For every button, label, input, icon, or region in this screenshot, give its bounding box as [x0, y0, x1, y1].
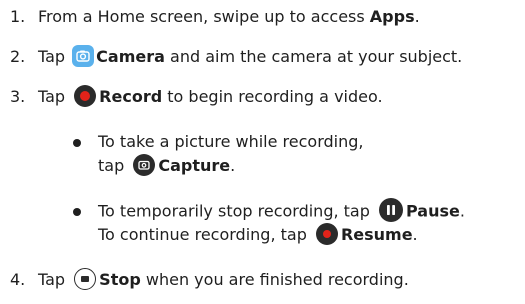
bullet-dot	[73, 139, 81, 147]
step-number: 1.	[10, 7, 26, 26]
apps-label: Apps	[369, 7, 415, 26]
resume-icon	[315, 222, 338, 245]
bullet-dot	[73, 208, 81, 216]
stop-label: Stop	[99, 270, 141, 289]
pause-label: Pause	[405, 201, 460, 221]
record-label: Record	[99, 87, 163, 106]
camera-app-icon	[72, 44, 95, 67]
step-text: Tap	[38, 47, 71, 66]
step-text: From a Home screen, swipe up to access	[38, 7, 370, 26]
capture-label: Capture	[158, 156, 231, 175]
pause-icon	[378, 198, 403, 222]
step-text: Tap	[38, 270, 71, 289]
step-number: 2.	[10, 47, 26, 66]
camera-label: Camera	[96, 47, 165, 66]
bullet-text: To take a picture while recording,	[98, 132, 364, 151]
capture-icon	[133, 153, 156, 176]
stop-icon	[74, 267, 97, 290]
step-number: 4.	[10, 270, 26, 289]
step-number: 3.	[10, 87, 26, 106]
resume-label: Resume	[340, 225, 413, 244]
step-text: Tap	[38, 87, 71, 106]
record-icon	[74, 84, 97, 107]
